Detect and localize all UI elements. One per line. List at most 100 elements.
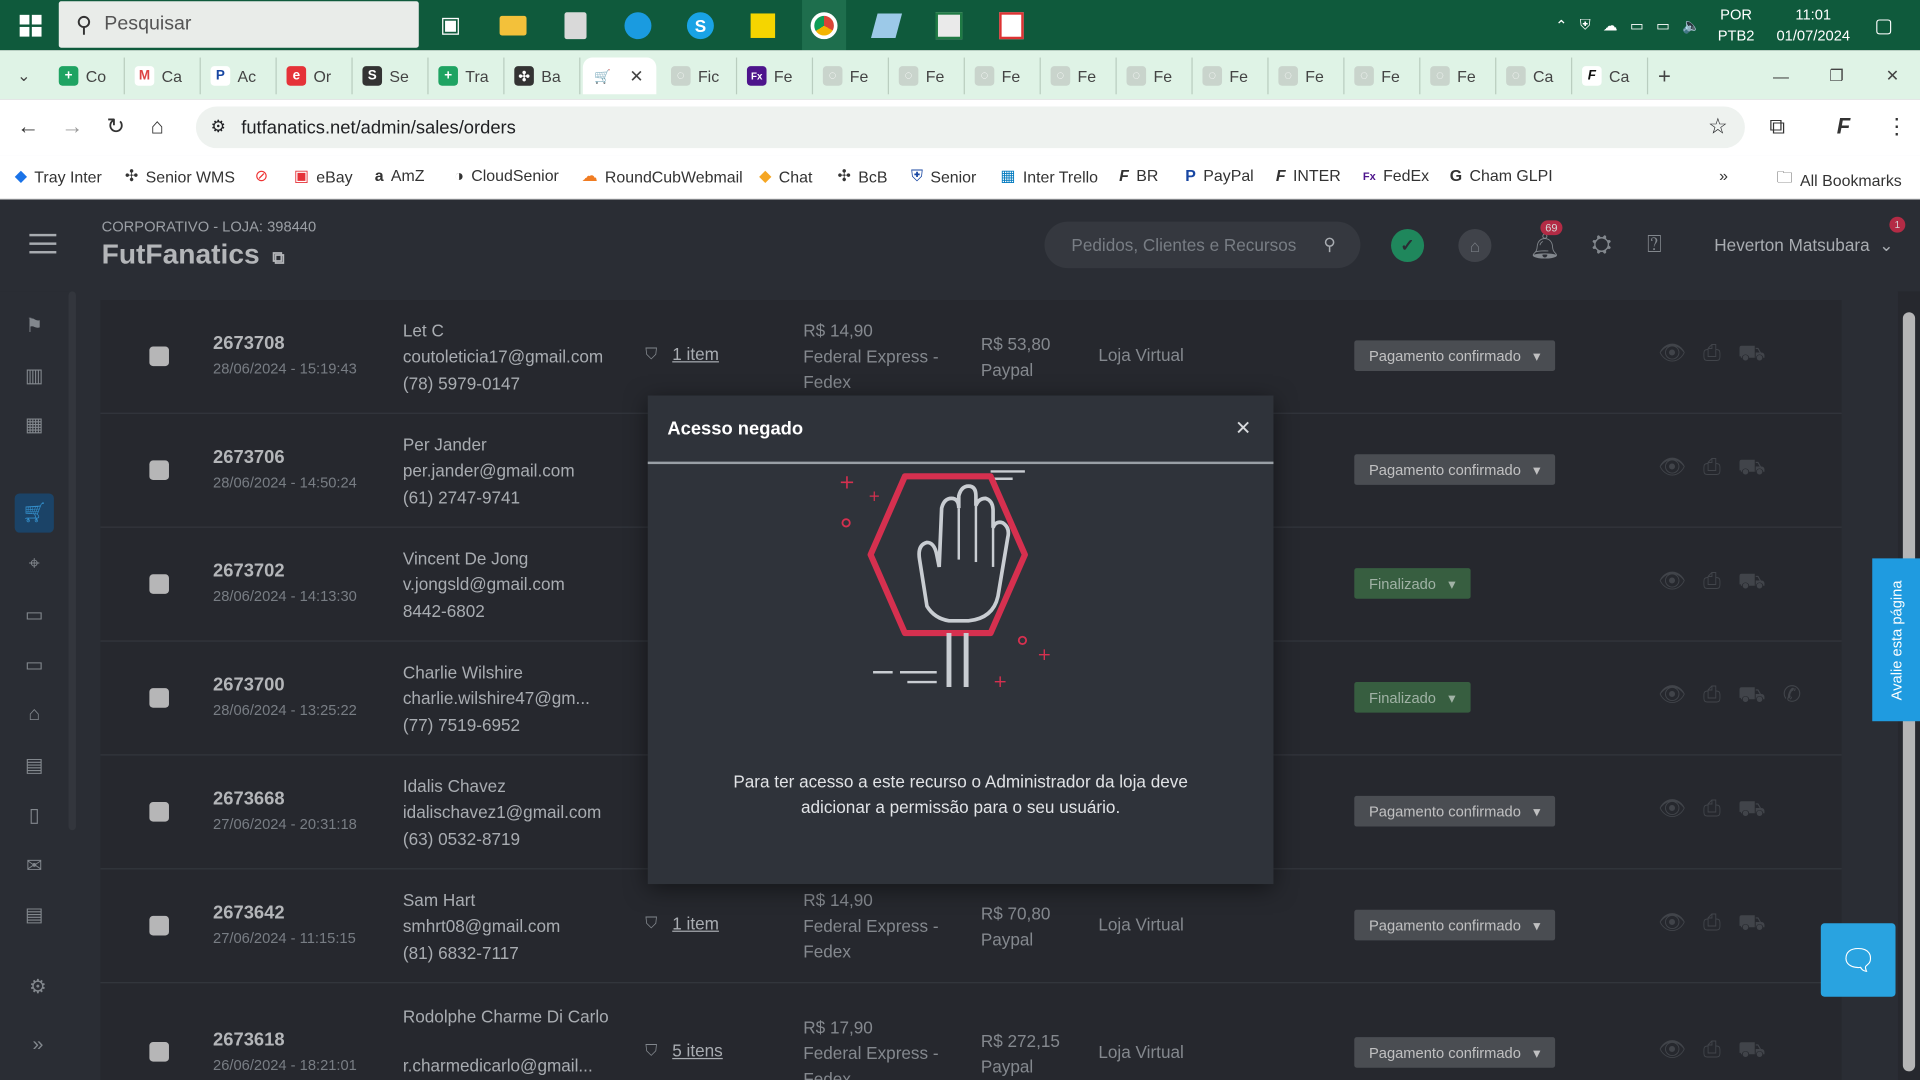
edge-icon[interactable] (621, 0, 655, 50)
browser-tab[interactable]: + Co (49, 57, 125, 95)
screen: ⚲ Pesquisar ▣ S ⌃ ⛨ ☁ ▭ ▭ 🔈 POR PTB2 11:… (0, 0, 1920, 1080)
taskbar-search[interactable]: ⚲ Pesquisar (58, 1, 419, 48)
language-indicator[interactable]: POR PTB2 (1718, 4, 1755, 46)
bookmark-item[interactable]: ▦ Inter Trello (1000, 167, 1098, 187)
browser-tab[interactable]: ◌ Fe (889, 57, 965, 95)
feedback-tab[interactable]: Avalie esta página (1872, 558, 1920, 722)
extensions-icon[interactable]: ⧉ (1769, 114, 1785, 140)
excel-app-icon[interactable] (932, 0, 966, 50)
tab-title: Co (85, 66, 107, 86)
home-icon[interactable]: ⌂ (151, 114, 164, 140)
tab-list-dropdown[interactable]: ⌄ (7, 58, 44, 95)
bookmark-item[interactable]: Fx FedEx (1363, 167, 1429, 185)
minimize-button[interactable]: — (1763, 58, 1795, 95)
modal-message: Para ter acesso a este recurso o Adminis… (733, 771, 1188, 817)
browser-tab[interactable]: ◌ Fe (1041, 57, 1117, 95)
bookmark-item[interactable]: ◆ Chat (759, 167, 812, 187)
browser-tab[interactable]: e Or (277, 57, 353, 95)
bookmark-item[interactable]: a AmZ (375, 167, 425, 185)
feedback-tab-label: Avalie esta página (1887, 579, 1905, 700)
browser-tab[interactable]: ✣ Ba (504, 57, 581, 95)
display-icon[interactable]: ▭ (1630, 17, 1644, 34)
tab-title: Fe (1381, 66, 1400, 86)
bookmark-item[interactable]: ◆ Tray Inter (15, 167, 102, 187)
clock[interactable]: 11:01 01/07/2024 (1777, 4, 1851, 46)
menu-dots-icon[interactable]: ⋮ (1886, 114, 1908, 140)
svg-text:+: + (868, 488, 880, 505)
browser-tab[interactable]: ◌ Fe (1344, 57, 1421, 95)
network-icon[interactable]: ▭ (1656, 17, 1670, 34)
bookmark-star-icon[interactable]: ☆ (1708, 114, 1728, 140)
new-tab-button[interactable]: + (1648, 58, 1682, 95)
tab-title: Ac (237, 66, 257, 86)
profile-icon[interactable]: F (1837, 114, 1850, 140)
bookmark-item[interactable]: G Cham GLPI (1450, 167, 1553, 185)
chevron-up-icon[interactable]: ⌃ (1555, 17, 1567, 34)
browser-tab[interactable]: ◌ Fe (1269, 57, 1345, 95)
bookmark-item[interactable]: ⛨ Senior (911, 167, 976, 187)
bookmark-item[interactable]: ☁ RoundCubWebmail (582, 167, 743, 187)
more-bookmarks-icon[interactable]: » (1719, 167, 1728, 185)
bookmark-label: Chat (778, 167, 813, 186)
browser-tab[interactable]: S Se (353, 57, 429, 95)
reload-icon[interactable]: ↻ (107, 114, 125, 140)
browser-tab[interactable]: ◌ Fe (1420, 57, 1497, 95)
bookmark-item[interactable]: ✣ BcB (838, 167, 888, 187)
bookmark-item[interactable]: ⊘ (255, 167, 276, 187)
shield-icon[interactable]: ⛨ (1580, 16, 1591, 34)
bookmark-item[interactable]: ◑ CloudSenior (454, 167, 559, 185)
pdf-app-icon[interactable] (994, 0, 1028, 50)
chrome-icon[interactable] (802, 0, 847, 51)
restore-button[interactable]: ❐ (1820, 58, 1852, 95)
tab-title: Fe (1001, 66, 1021, 86)
all-bookmarks[interactable]: 🗀 All Bookmarks (1777, 167, 1902, 194)
url-field[interactable]: ⚙ futfanatics.net/admin/sales/orders ☆ (195, 106, 1745, 149)
calculator-icon[interactable] (558, 0, 592, 50)
tab-title: Se (389, 66, 409, 86)
tab-title: Ca (161, 66, 182, 86)
cloud-icon[interactable]: ☁ (1603, 17, 1618, 34)
browser-tab[interactable]: F Ca (1572, 57, 1649, 95)
bookmark-item[interactable]: F INTER (1276, 167, 1341, 185)
browser-tab[interactable]: Fx Fe (737, 57, 814, 95)
site-info-icon[interactable]: ⚙ (211, 116, 226, 137)
bookmark-item[interactable]: ▣ eBay (294, 167, 353, 187)
browser-tab[interactable]: ◌ Fe (965, 57, 1041, 95)
browser-tab-active[interactable]: 🛒 ✕ (582, 57, 657, 95)
browser-tab[interactable]: ◌ Fe (813, 57, 889, 95)
browser-tab[interactable]: ◌ Fe (1193, 57, 1269, 95)
forward-icon[interactable]: → (61, 114, 83, 140)
browser-tab[interactable]: P Ac (201, 57, 277, 95)
bookmark-label: Inter Trello (1022, 167, 1099, 186)
bookmark-item[interactable]: F BR (1119, 167, 1158, 185)
notifications-center-icon[interactable]: ▢ (1875, 13, 1894, 37)
close-tab-icon[interactable]: ✕ (629, 66, 643, 87)
bookmark-label: Cham GLPI (1469, 166, 1553, 185)
bookmark-label: PayPal (1203, 166, 1254, 185)
browser-tab[interactable]: ◌ Fe (1117, 57, 1193, 95)
tab-title: Fe (1153, 66, 1173, 86)
close-icon[interactable]: ✕ (1235, 416, 1251, 440)
back-icon[interactable]: ← (17, 114, 39, 140)
bookmark-item[interactable]: P PayPal (1185, 167, 1253, 185)
bookmark-item[interactable]: ✣ Senior WMS (125, 167, 235, 187)
file-explorer-icon[interactable] (496, 0, 530, 50)
browser-tab-strip: ⌄ + Co M Ca P Ac e Or S Se + Tra ✣ Ba 🛒 ✕ ◌ Fic F… (0, 50, 1920, 100)
skype-icon[interactable]: S (683, 0, 717, 50)
close-window-button[interactable]: ✕ (1876, 58, 1908, 95)
browser-tab[interactable]: + Tra (429, 57, 505, 95)
address-bar-row: ← → ↻ ⌂ ⚙ futfanatics.net/admin/sales/or… (0, 99, 1920, 156)
bookmark-label: BR (1136, 166, 1159, 185)
bookmark-label: BcB (858, 167, 888, 186)
tab-title: Tra (465, 66, 489, 86)
app-icon[interactable] (869, 0, 903, 50)
task-view-icon[interactable]: ▣ (435, 0, 467, 50)
windows-start-icon[interactable] (12, 0, 49, 50)
chat-button[interactable]: 🗨︎ (1820, 923, 1896, 997)
browser-tab[interactable]: ◌ Fic (661, 57, 738, 95)
sticky-notes-icon[interactable] (746, 0, 780, 50)
svg-text:+: + (839, 471, 855, 494)
browser-tab[interactable]: M Ca (125, 57, 201, 95)
volume-icon[interactable]: 🔈 (1682, 17, 1700, 34)
browser-tab[interactable]: ◌ Ca (1496, 57, 1573, 95)
